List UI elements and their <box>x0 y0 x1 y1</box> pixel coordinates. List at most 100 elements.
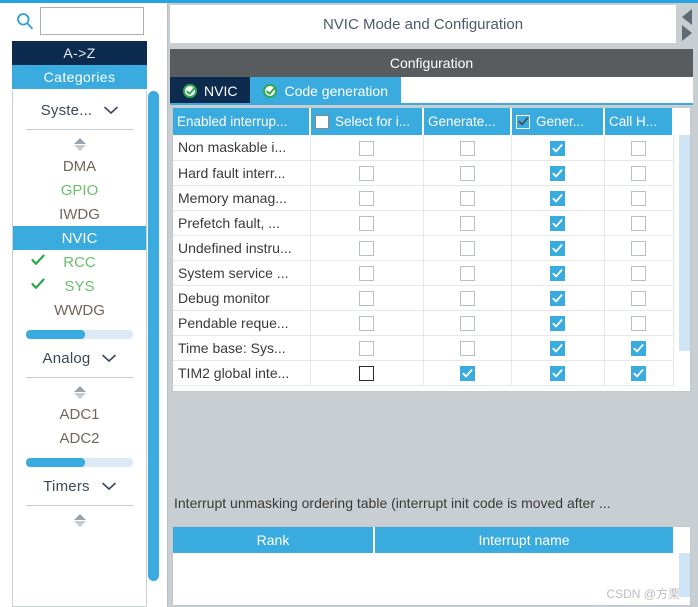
call-handler-checkbox[interactable] <box>631 290 646 306</box>
select-for-init-checkbox[interactable] <box>359 140 374 156</box>
generate-ieh-checkbox[interactable] <box>459 365 475 381</box>
sidebar-item-gpio[interactable]: GPIO <box>13 178 146 202</box>
generate-code-checkbox[interactable] <box>550 165 565 181</box>
select-for-init-checkbox[interactable] <box>359 315 374 331</box>
sidebar-scrollbar-thumb[interactable] <box>148 91 159 581</box>
checkbox-cell[interactable] <box>511 310 605 336</box>
call-handler-checkbox[interactable] <box>631 340 646 356</box>
checkbox-cell[interactable] <box>310 285 424 311</box>
sidebar-item-sys[interactable]: SYS <box>13 274 146 298</box>
checkbox-cell[interactable] <box>423 360 512 386</box>
group-scrollbar-track[interactable] <box>26 330 133 339</box>
group-scrollbar-track[interactable] <box>26 458 133 467</box>
list-spinner-icon[interactable] <box>13 382 146 402</box>
checkbox-cell[interactable] <box>423 160 512 186</box>
checkbox-cell[interactable] <box>310 335 424 361</box>
tab-nvic[interactable]: NVIC <box>170 77 251 105</box>
checkbox-cell[interactable] <box>511 210 605 236</box>
select-for-init-checkbox[interactable] <box>359 340 374 356</box>
call-handler-checkbox[interactable] <box>631 265 646 281</box>
sidebar-item-nvic[interactable]: NVIC <box>13 226 146 250</box>
checkbox-cell[interactable] <box>310 160 424 186</box>
generate-code-checkbox[interactable] <box>550 315 565 331</box>
checkbox-cell[interactable] <box>310 210 424 236</box>
generate-ieh-checkbox[interactable] <box>459 190 475 206</box>
checkbox-cell[interactable] <box>310 185 424 211</box>
ordering-col-interrupt-name[interactable]: Interrupt name <box>375 527 673 553</box>
checkbox-cell[interactable] <box>604 335 674 361</box>
checkbox-cell[interactable] <box>310 260 424 286</box>
group-scrollbar-thumb[interactable] <box>26 330 85 339</box>
call-handler-checkbox[interactable] <box>631 365 646 381</box>
triangle-right-icon[interactable] <box>682 25 692 41</box>
checkbox-cell[interactable] <box>604 210 674 236</box>
table-row[interactable]: Pendable reque... <box>173 310 674 336</box>
peripheral-group-header[interactable]: Analog <box>13 339 146 377</box>
generate-code-checkbox[interactable] <box>550 265 565 281</box>
checkbox-cell[interactable] <box>511 185 605 211</box>
sidebar-item-wwdg[interactable]: WWDG <box>13 298 146 322</box>
table-row[interactable]: Time base: Sys... <box>173 335 674 361</box>
interrupt-table-scrollbar-thumb[interactable] <box>679 135 690 351</box>
select-for-init-checkbox[interactable] <box>359 365 374 381</box>
generate-code-checkbox[interactable] <box>550 190 565 206</box>
generate-code-checkbox[interactable] <box>550 215 565 231</box>
checkbox-cell[interactable] <box>310 360 424 386</box>
select-for-init-checkbox[interactable] <box>359 265 374 281</box>
checkbox-cell[interactable] <box>511 285 605 311</box>
column-header-4[interactable]: Call H... <box>604 108 674 135</box>
checkbox-cell[interactable] <box>423 260 512 286</box>
checkbox-cell[interactable] <box>604 260 674 286</box>
checkbox-cell[interactable] <box>423 335 512 361</box>
checkbox-cell[interactable] <box>511 235 605 261</box>
search-input[interactable] <box>40 7 144 35</box>
sort-az-button[interactable]: A->Z <box>12 41 147 65</box>
generate-ieh-checkbox[interactable] <box>459 265 475 281</box>
sidebar-item-adc1[interactable]: ADC1 <box>13 402 146 426</box>
call-handler-checkbox[interactable] <box>631 240 646 256</box>
checkbox-cell[interactable] <box>423 210 512 236</box>
generate-code-checkbox[interactable] <box>550 290 565 306</box>
select-for-init-checkbox[interactable] <box>359 290 374 306</box>
select-for-init-checkbox[interactable] <box>359 165 374 181</box>
checkbox-cell[interactable] <box>511 335 605 361</box>
peripheral-group-header[interactable]: Syste... <box>13 91 146 129</box>
generate-ieh-checkbox[interactable] <box>459 240 475 256</box>
checkbox-cell[interactable] <box>511 135 605 161</box>
call-handler-checkbox[interactable] <box>631 140 646 156</box>
checkbox-cell[interactable] <box>423 310 512 336</box>
checkbox-cell[interactable] <box>604 160 674 186</box>
checkbox-cell[interactable] <box>604 285 674 311</box>
table-row[interactable]: Non maskable i... <box>173 135 674 161</box>
select-for-init-checkbox[interactable] <box>359 190 374 206</box>
generate-ieh-checkbox[interactable] <box>459 140 475 156</box>
checkbox-cell[interactable] <box>423 285 512 311</box>
sidebar-item-rcc[interactable]: RCC <box>13 250 146 274</box>
generate-code-checkbox[interactable] <box>550 340 565 356</box>
table-row[interactable]: TIM2 global inte... <box>173 360 674 386</box>
checkbox-cell[interactable] <box>511 360 605 386</box>
column-header-1[interactable]: Select for i... <box>310 108 424 135</box>
categories-button[interactable]: Categories <box>12 65 147 89</box>
sidebar-item-adc2[interactable]: ADC2 <box>13 426 146 450</box>
call-handler-checkbox[interactable] <box>631 315 646 331</box>
generate-ieh-checkbox[interactable] <box>459 290 475 306</box>
checkbox-cell[interactable] <box>604 310 674 336</box>
tab-code-generation[interactable]: Code generation <box>250 77 401 105</box>
table-row[interactable]: Memory manag... <box>173 185 674 211</box>
header-checkbox[interactable] <box>315 114 329 129</box>
table-row[interactable]: Hard fault interr... <box>173 160 674 186</box>
header-checkbox[interactable] <box>516 114 530 129</box>
call-handler-checkbox[interactable] <box>631 215 646 231</box>
generate-ieh-checkbox[interactable] <box>459 165 475 181</box>
table-row[interactable]: System service ... <box>173 260 674 286</box>
checkbox-cell[interactable] <box>423 135 512 161</box>
select-for-init-checkbox[interactable] <box>359 215 374 231</box>
checkbox-cell[interactable] <box>511 260 605 286</box>
ordering-col-rank[interactable]: Rank <box>173 527 375 553</box>
checkbox-cell[interactable] <box>511 160 605 186</box>
checkbox-cell[interactable] <box>604 235 674 261</box>
checkbox-cell[interactable] <box>604 185 674 211</box>
ordering-table-scrollbar-thumb[interactable] <box>679 553 690 597</box>
sidebar-item-dma[interactable]: DMA <box>13 154 146 178</box>
